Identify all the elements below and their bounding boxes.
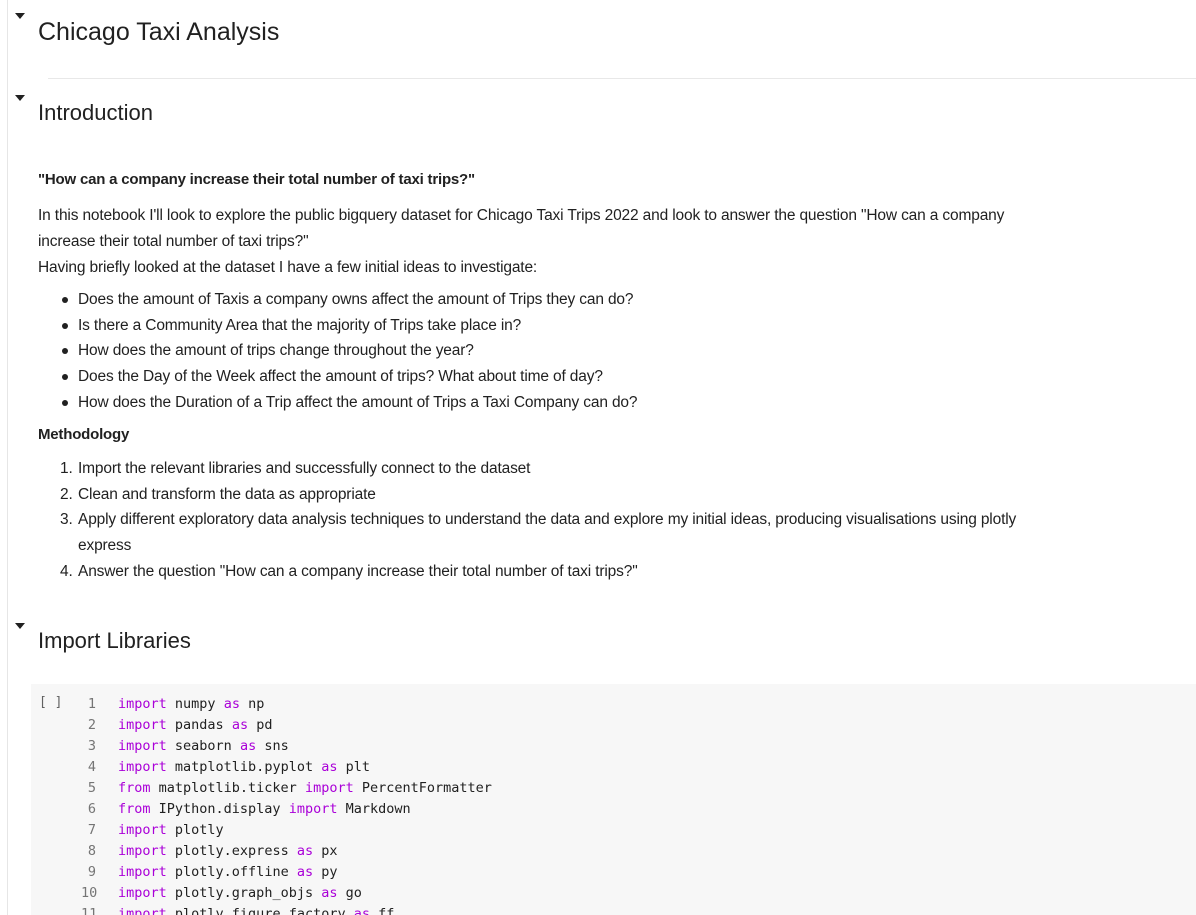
line-number: 7 bbox=[87, 822, 96, 838]
code-line: 6 from IPython.display import Markdown bbox=[81, 799, 492, 820]
code-keyword: import bbox=[118, 864, 167, 880]
line-number: 4 bbox=[87, 759, 96, 775]
code-keyword: import bbox=[118, 906, 167, 915]
section-divider bbox=[48, 78, 1196, 79]
code-keyword: import bbox=[118, 759, 167, 775]
intro-paragraph: In this notebook I'll look to explore th… bbox=[38, 203, 1028, 281]
line-number: 9 bbox=[87, 864, 96, 880]
list-item: Does the amount of Taxis a company owns … bbox=[38, 287, 637, 313]
line-number: 5 bbox=[87, 780, 96, 796]
code-line: 8 import plotly.express as px bbox=[81, 841, 492, 862]
code-keyword: as bbox=[239, 738, 257, 754]
code-text: pandas bbox=[166, 717, 232, 733]
collapse-introduction-toggle[interactable] bbox=[15, 95, 25, 101]
code-line: 1 import numpy as np bbox=[81, 694, 492, 715]
code-line: 11 import plotly.figure_factory as ff bbox=[81, 904, 492, 915]
list-item: 3. Apply different exploratory data analy… bbox=[38, 507, 1038, 558]
line-number: 1 bbox=[87, 696, 96, 712]
methodology-list: 1. Import the relevant libraries and succ… bbox=[38, 456, 1038, 585]
intro-paragraph-line: Having briefly looked at the dataset I h… bbox=[38, 259, 538, 276]
code-text: ff bbox=[369, 906, 395, 915]
code-keyword: import bbox=[118, 885, 167, 901]
code-text: sns bbox=[256, 738, 289, 754]
code-text: px bbox=[313, 843, 338, 859]
line-number: 2 bbox=[87, 717, 96, 733]
code-keyword: as bbox=[231, 717, 249, 733]
code-keyword: import bbox=[304, 780, 354, 796]
line-number: 8 bbox=[87, 843, 96, 859]
code-keyword: import bbox=[118, 696, 167, 712]
ideas-list: Does the amount of Taxis a company owns … bbox=[38, 287, 638, 416]
cell-gutter-line bbox=[7, 0, 8, 915]
methodology-heading: Methodology bbox=[38, 426, 130, 443]
code-text: seaborn bbox=[166, 738, 240, 754]
step-number: 1. bbox=[60, 460, 73, 477]
code-keyword: as bbox=[321, 759, 338, 775]
code-text: matplotlib.pyplot bbox=[166, 759, 322, 775]
code-keyword: as bbox=[321, 885, 338, 901]
code-keyword: as bbox=[353, 906, 370, 915]
run-cell-button[interactable]: [ ] bbox=[39, 695, 62, 710]
step-text: Apply different exploratory data analysi… bbox=[78, 511, 1017, 555]
code-keyword: as bbox=[296, 843, 314, 859]
code-keyword: import bbox=[118, 738, 167, 754]
notebook-title: Chicago Taxi Analysis bbox=[38, 18, 280, 46]
line-number: 10 bbox=[81, 885, 98, 901]
list-item: Is there a Community Area that the major… bbox=[38, 313, 637, 339]
code-text: np bbox=[239, 696, 265, 712]
list-item: Does the Day of the Week affect the amou… bbox=[38, 364, 637, 390]
code-line: 5 from matplotlib.ticker import PercentFo… bbox=[81, 778, 492, 799]
import-libraries-heading: Import Libraries bbox=[38, 628, 191, 653]
collapse-section-toggle[interactable] bbox=[15, 13, 25, 19]
code-text: PercentFormatter bbox=[353, 780, 492, 796]
code-text: numpy bbox=[166, 696, 224, 712]
step-text: Import the relevant libraries and succes… bbox=[78, 460, 531, 477]
list-item: 4. Answer the question "How can a company… bbox=[38, 559, 1038, 585]
step-text: Clean and transform the data as appropri… bbox=[78, 485, 376, 503]
line-number: 3 bbox=[87, 738, 96, 754]
list-item: 1. Import the relevant libraries and succ… bbox=[38, 456, 1038, 482]
code-text: pd bbox=[248, 717, 273, 733]
code-keyword: import bbox=[288, 801, 338, 817]
code-keyword: as bbox=[296, 864, 314, 880]
code-text: Markdown bbox=[337, 801, 411, 817]
list-item: How does the amount of trips change thro… bbox=[38, 338, 637, 364]
code-keyword: import bbox=[118, 843, 167, 859]
code-text: plotly bbox=[166, 822, 224, 838]
code-text: py bbox=[313, 864, 338, 880]
step-text: Answer the question "How can a company i… bbox=[78, 562, 638, 580]
code-line: 9 import plotly.offline as py bbox=[81, 862, 492, 883]
code-line: 2 import pandas as pd bbox=[81, 715, 492, 736]
step-number: 4. bbox=[60, 562, 73, 580]
code-text: plotly.express bbox=[166, 843, 297, 859]
code-keyword: from bbox=[118, 801, 151, 817]
code-text: plotly.figure_factory bbox=[166, 906, 354, 915]
code-text: go bbox=[337, 885, 362, 901]
code-keyword: from bbox=[118, 780, 151, 796]
step-number: 3. bbox=[60, 511, 73, 529]
code-text: plotly.offline bbox=[166, 864, 297, 880]
code-text: matplotlib.ticker bbox=[150, 780, 305, 796]
intro-paragraph-line: In this notebook I'll look to explore th… bbox=[38, 207, 1005, 250]
research-question: "How can a company increase their total … bbox=[38, 171, 475, 188]
code-keyword: import bbox=[118, 717, 167, 733]
code-editor[interactable]: 1 import numpy as np 2 import pandas as pd 3… bbox=[81, 694, 492, 915]
code-line: 3 import seaborn as sns bbox=[81, 736, 492, 757]
code-line: 4 import matplotlib.pyplot as plt bbox=[81, 757, 492, 778]
code-keyword: as bbox=[223, 696, 240, 712]
code-text: IPython.display bbox=[150, 801, 289, 817]
list-item: 2. Clean and transform the data as approp… bbox=[38, 482, 1038, 508]
code-line: 10 import plotly.graph_objs as go bbox=[81, 883, 492, 904]
code-cell[interactable]: [ ] 1 import numpy as np 2 import pandas as… bbox=[31, 684, 1196, 915]
code-line: 7 import plotly bbox=[81, 820, 492, 841]
step-number: 2. bbox=[60, 485, 73, 503]
list-item: How does the Duration of a Trip affect t… bbox=[38, 390, 638, 416]
code-text: plt bbox=[337, 759, 370, 775]
introduction-heading: Introduction bbox=[38, 100, 153, 125]
line-number: 6 bbox=[87, 801, 96, 817]
code-keyword: import bbox=[118, 822, 167, 838]
code-text: plotly.graph_objs bbox=[166, 885, 322, 901]
line-number: 11 bbox=[81, 906, 98, 915]
collapse-import-libraries-toggle[interactable] bbox=[15, 623, 25, 629]
